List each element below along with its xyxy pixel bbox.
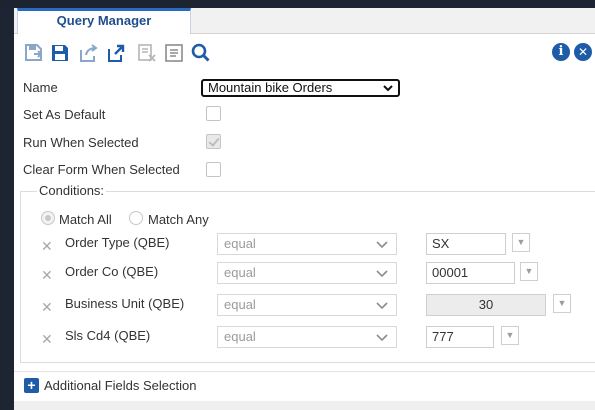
remove-condition-icon[interactable]: ✕ (41, 331, 53, 348)
condition-operator-select[interactable]: equal (217, 294, 397, 316)
close-icon[interactable]: ✕ (574, 43, 592, 61)
condition-row: ✕ Order Co (QBE) equal 00001 ▼ (14, 262, 595, 288)
condition-operator-select[interactable]: equal (217, 326, 397, 348)
set-default-checkbox[interactable] (206, 106, 221, 121)
value-dropdown-button[interactable]: ▼ (553, 294, 571, 313)
condition-operator-value: equal (224, 297, 256, 312)
chevron-down-icon (376, 295, 388, 321)
tab-query-manager[interactable]: Query Manager (17, 8, 191, 34)
remove-condition-icon[interactable]: ✕ (41, 299, 53, 316)
condition-value-input[interactable]: 777 (426, 326, 494, 348)
run-selected-label: Run When Selected (23, 135, 139, 150)
condition-field-name: Order Co (QBE) (65, 264, 159, 279)
desktop-top-band (0, 0, 595, 8)
info-icon[interactable]: i (552, 43, 570, 61)
conditions-legend: Conditions: (37, 183, 107, 198)
plus-icon[interactable]: + (24, 378, 39, 393)
chevron-down-icon (376, 263, 388, 289)
condition-operator-select[interactable]: equal (217, 233, 397, 255)
value-dropdown-button[interactable]: ▼ (512, 233, 530, 252)
condition-field-name: Sls Cd4 (QBE) (65, 328, 151, 343)
value-dropdown-button[interactable]: ▼ (501, 326, 519, 345)
condition-field-name: Order Type (QBE) (65, 235, 170, 250)
footer-strip (14, 401, 595, 410)
save-as-icon[interactable] (23, 42, 45, 64)
toolbar: i ✕ (14, 38, 595, 66)
condition-row: ✕ Order Type (QBE) equal SX ▼ (14, 233, 595, 259)
condition-operator-value: equal (224, 329, 256, 344)
clear-form-label: Clear Form When Selected (23, 162, 180, 177)
remove-condition-icon[interactable]: ✕ (41, 238, 53, 255)
condition-value-input[interactable]: SX (426, 233, 506, 255)
match-all-radio[interactable] (41, 211, 55, 225)
save-icon[interactable] (49, 42, 71, 64)
share-icon[interactable] (78, 42, 100, 64)
run-selected-checkbox[interactable] (206, 134, 221, 149)
chevron-down-icon (382, 82, 394, 97)
chevron-down-icon (376, 234, 388, 260)
query-manager-window: Query Manager i ✕ Name Mountain bike Ord… (14, 8, 595, 410)
condition-row: ✕ Sls Cd4 (QBE) equal 777 ▼ (14, 326, 595, 352)
publish-icon[interactable] (106, 42, 128, 64)
set-default-label: Set As Default (23, 107, 106, 122)
additional-fields-label[interactable]: Additional Fields Selection (44, 378, 196, 393)
match-any-radio[interactable] (129, 211, 143, 225)
name-label: Name (23, 80, 58, 95)
value-dropdown-button[interactable]: ▼ (520, 262, 538, 281)
search-icon[interactable] (190, 42, 212, 64)
remove-condition-icon[interactable]: ✕ (41, 267, 53, 284)
condition-value-input[interactable]: 30 (426, 294, 546, 316)
condition-value-input[interactable]: 00001 (426, 262, 515, 284)
condition-operator-select[interactable]: equal (217, 262, 397, 284)
match-all-label: Match All (59, 212, 112, 227)
query-name-select[interactable]: Mountain bike Orders (201, 79, 400, 97)
query-name-value: Mountain bike Orders (208, 80, 333, 95)
tab-strip: Query Manager (14, 8, 595, 34)
condition-operator-value: equal (224, 236, 256, 251)
condition-row: ✕ Business Unit (QBE) equal 30 ▼ (14, 294, 595, 320)
match-any-label: Match Any (148, 212, 209, 227)
clear-form-checkbox[interactable] (206, 162, 221, 177)
condition-field-name: Business Unit (QBE) (65, 296, 185, 311)
condition-operator-value: equal (224, 265, 256, 280)
notes-icon[interactable] (163, 42, 185, 64)
clear-icon[interactable] (136, 42, 158, 64)
chevron-down-icon (376, 327, 388, 353)
